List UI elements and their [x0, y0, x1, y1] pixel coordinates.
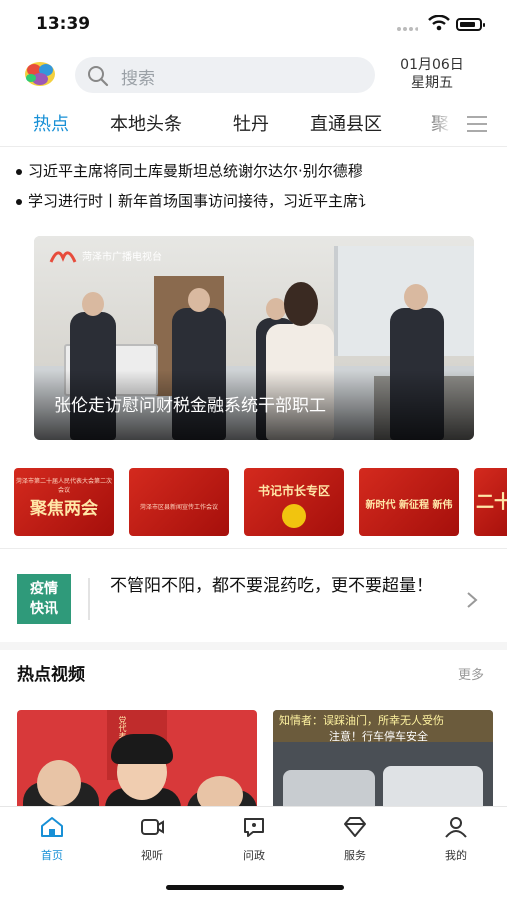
video-card[interactable]: 知情者：误踩油门，所幸无人受伤 注意！行车停车安全	[273, 710, 493, 810]
search-input[interactable]: 搜索	[75, 57, 375, 93]
tab-label: 服务	[344, 849, 366, 862]
bullet-icon	[16, 198, 22, 205]
bullet-icon	[16, 168, 22, 175]
home-indicator	[166, 885, 344, 890]
card-subtitle: 菏泽市第二十届人民代表大会第二次会议	[15, 478, 112, 494]
divider	[0, 548, 507, 549]
headline-text: 习近平主席将同土库曼斯坦总统谢尔达尔·别尔德穆	[28, 162, 363, 180]
search-icon	[87, 65, 109, 91]
tab-label: 首页	[41, 849, 63, 862]
topic-card[interactable]: 菏泽市区县新闻宣传工作会议	[129, 468, 229, 536]
service-icon	[342, 817, 368, 843]
date-text: 01月06日	[400, 57, 464, 73]
card-subtitle: 菏泽市区县新闻宣传工作会议	[139, 504, 218, 511]
section-title: 热点视频	[17, 665, 85, 685]
tab-mine[interactable]: 我的	[416, 815, 496, 863]
epidemic-flash[interactable]: 疫情 快讯 不管阳不阳，都不要混药吃，更不要超量！	[0, 560, 507, 640]
station-logo-icon	[48, 244, 78, 266]
home-icon	[39, 817, 65, 843]
card-title: 书记市长专区	[257, 484, 330, 498]
topic-card[interactable]: 新时代 新征程 新伟	[359, 468, 459, 536]
weekday-text: 星期五	[411, 75, 453, 91]
tabs-fade	[420, 104, 466, 144]
tab-peony[interactable]: 牡丹	[233, 110, 269, 136]
flash-text: 不管阳不阳，都不要混药吃，更不要超量！	[110, 576, 433, 596]
topic-cards: 菏泽市第二十届人民代表大会第二次会议 聚焦两会 菏泽市区县新闻宣传工作会议 书记…	[0, 466, 507, 538]
channel-tabs: 热点 本地头条 牡丹 直通县区 聚	[0, 104, 507, 144]
topic-card[interactable]: 菏泽市第二十届人民代表大会第二次会议 聚焦两会	[14, 468, 114, 536]
battery-icon	[456, 18, 485, 31]
chevron-right-icon[interactable]	[466, 591, 478, 613]
app-logo-icon[interactable]	[22, 58, 58, 90]
tab-local-headlines[interactable]: 本地头条	[110, 110, 182, 136]
video-card[interactable]: 党代表 市长 代表	[17, 710, 257, 810]
date-display: 01月06日 星期五	[388, 56, 476, 92]
wifi-icon	[428, 14, 450, 35]
user-icon	[443, 817, 469, 843]
chat-icon	[241, 818, 267, 843]
tab-inquiry[interactable]: 问政	[214, 815, 294, 863]
tab-hot[interactable]: 热点	[33, 110, 69, 136]
featured-banner[interactable]: 菏泽市广播电视台 张伦走访慰问财税金融系统干部职工	[34, 236, 474, 440]
party-emblem-icon	[282, 504, 306, 528]
tab-home[interactable]: 首页	[12, 815, 92, 863]
divider	[0, 146, 507, 147]
section-gap	[0, 642, 507, 650]
tab-service[interactable]: 服务	[315, 815, 395, 863]
headline-item[interactable]: 学习进行时丨新年首场国事访问接待，习近平主席讠	[16, 190, 493, 211]
status-bar: 13:39	[0, 0, 507, 50]
search-placeholder: 搜索	[121, 69, 155, 89]
banner-caption: 张伦走访慰问财税金融系统干部职工	[54, 396, 326, 416]
tab-audiovisual[interactable]: 视听	[112, 815, 192, 863]
tab-label: 视听	[141, 849, 163, 862]
headline-text: 学习进行时丨新年首场国事访问接待，习近平主席讠	[28, 192, 374, 210]
status-time: 13:39	[36, 14, 91, 34]
tab-label: 我的	[445, 849, 467, 862]
video-title: 知情者：误踩油门，所幸无人受伤	[279, 714, 444, 727]
flash-badge: 疫情 快讯	[17, 574, 71, 624]
bottom-tab-bar: 首页 视听 问政 服务 我的	[0, 806, 507, 901]
card-title: 二十	[476, 492, 507, 513]
topic-card[interactable]: 书记市长专区	[244, 468, 344, 536]
tab-label: 问政	[243, 849, 265, 862]
video-subtitle: 注意！行车停车安全	[329, 730, 428, 743]
tab-counties[interactable]: 直通县区	[310, 110, 382, 136]
more-link[interactable]: 更多	[458, 664, 484, 683]
headline-item[interactable]: 习近平主席将同土库曼斯坦总统谢尔达尔·别尔德穆	[16, 160, 493, 181]
card-title: 新时代 新征程 新伟	[365, 500, 453, 511]
signal-icon	[396, 20, 419, 39]
channel-menu-icon[interactable]	[467, 116, 487, 137]
banner-watermark: 菏泽市广播电视台	[82, 252, 162, 263]
top-header: 搜索 01月06日 星期五	[0, 50, 507, 98]
badge-line: 快讯	[30, 601, 58, 617]
badge-line: 疫情	[30, 581, 58, 597]
video-icon	[139, 819, 165, 843]
card-title: 聚焦两会	[30, 499, 98, 519]
topic-card[interactable]: 二十	[474, 468, 507, 536]
